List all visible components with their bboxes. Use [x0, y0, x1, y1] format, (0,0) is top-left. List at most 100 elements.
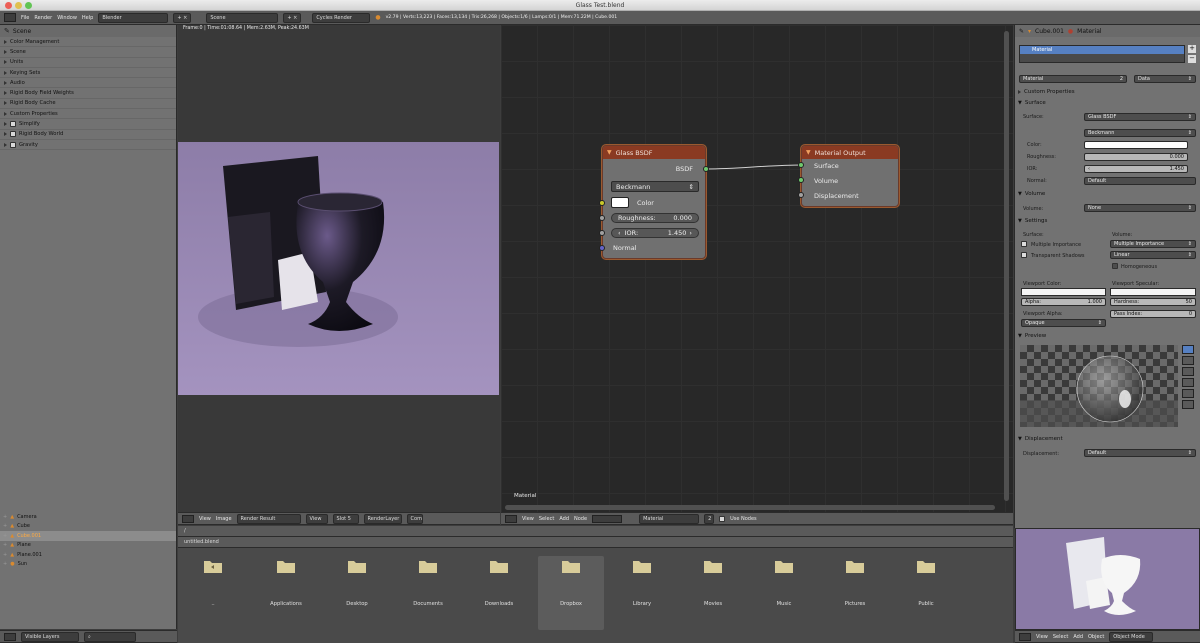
glass-bsdf-node[interactable]: ▼ Glass BSDF BSDF Beckmann ⇕ Color Rough…: [599, 145, 709, 259]
remove-slot-icon[interactable]: −: [1188, 55, 1196, 63]
ior-field[interactable]: ‹ IOR: 1.450 ›: [611, 228, 699, 238]
material-slot-item[interactable]: Material: [1020, 46, 1184, 54]
editor-type-icon[interactable]: [505, 514, 517, 523]
volume-input-socket[interactable]: [798, 177, 804, 183]
folder-movies[interactable]: Movies: [680, 556, 746, 634]
volume-section[interactable]: ▼ Volume: [1018, 191, 1045, 197]
display-mode-select[interactable]: Visible Layers: [21, 631, 79, 642]
panel-rigid-body-field-weights[interactable]: Rigid Body Field Weights: [0, 88, 176, 99]
preview-section[interactable]: ▼ Preview: [1018, 333, 1046, 339]
displacement-select[interactable]: Default ⇕: [1084, 449, 1196, 457]
menu-view[interactable]: View: [1036, 634, 1048, 640]
expand-icon[interactable]: +: [3, 514, 7, 520]
collapse-arrow-icon[interactable]: ▼: [607, 149, 612, 156]
maximize-icon[interactable]: [25, 2, 32, 9]
surface-input-socket[interactable]: [798, 162, 804, 168]
ior-field[interactable]: ‹ 1.450: [1084, 165, 1188, 173]
editor-type-icon[interactable]: [1019, 632, 1031, 641]
panel-custom-properties[interactable]: Custom Properties: [0, 109, 176, 120]
image-select[interactable]: Render Result: [236, 513, 301, 524]
horizontal-scrollbar[interactable]: [505, 505, 995, 510]
bsdf-output-socket[interactable]: [703, 166, 709, 172]
volume-interp-select[interactable]: Linear ⇕: [1110, 251, 1196, 259]
checkbox[interactable]: [10, 141, 16, 148]
screen-layout-select[interactable]: Blender: [98, 12, 169, 23]
displacement-input-socket[interactable]: [798, 192, 804, 198]
viewport-color-field[interactable]: [1021, 288, 1106, 296]
preview-sphere-icon[interactable]: [1182, 345, 1194, 354]
outliner-item-plane[interactable]: + ▲ Plane: [0, 541, 176, 551]
menu-window[interactable]: Window: [57, 15, 77, 21]
render-engine-select[interactable]: Cycles Render: [312, 12, 371, 23]
slot-select[interactable]: Slot 5: [332, 513, 359, 524]
panel-gravity[interactable]: Gravity: [0, 140, 176, 151]
displacement-section[interactable]: ▼ Displacement: [1018, 436, 1063, 442]
menu-image[interactable]: Image: [216, 516, 232, 522]
folder-library[interactable]: Library: [609, 556, 675, 634]
hardness-field[interactable]: Hardness: 50: [1110, 298, 1196, 306]
viewport-alpha-select[interactable]: Opaque ⇕: [1021, 319, 1106, 327]
panel-rigid-body-world[interactable]: Rigid Body World: [0, 130, 176, 140]
close-icon[interactable]: [5, 2, 12, 9]
shader-type-icon[interactable]: [592, 514, 623, 523]
custom-properties-section[interactable]: Custom Properties: [1018, 89, 1075, 95]
link-select[interactable]: Data ⇕: [1134, 75, 1196, 83]
folder-music[interactable]: Music: [751, 556, 817, 634]
checkbox[interactable]: [10, 121, 16, 128]
settings-section[interactable]: ▼ Settings: [1018, 218, 1047, 224]
roughness-field[interactable]: Roughness: 0.000: [611, 213, 699, 223]
collapse-arrow-icon[interactable]: ▼: [806, 149, 811, 156]
expand-icon[interactable]: +: [3, 561, 7, 567]
volume-sampling-select[interactable]: Multiple Importance ⇕: [1110, 240, 1196, 248]
color-field[interactable]: [1084, 141, 1188, 149]
folder-downloads[interactable]: Downloads: [466, 556, 532, 634]
panel-audio[interactable]: Audio: [0, 78, 176, 89]
material-output-header[interactable]: ▼ Material Output: [802, 146, 898, 159]
outliner-item-camera[interactable]: + ▲ Camera: [0, 512, 176, 522]
scene-select[interactable]: Scene: [206, 12, 279, 23]
menu-add[interactable]: Add: [559, 516, 569, 522]
multiple-importance-checkbox[interactable]: [1021, 241, 1027, 247]
preview-monkey-icon[interactable]: [1182, 378, 1194, 387]
mode-select[interactable]: Object Mode: [1109, 631, 1154, 642]
distribution-select[interactable]: Beckmann ⇕: [1084, 129, 1196, 137]
minimize-icon[interactable]: [15, 2, 22, 9]
view-select[interactable]: View: [305, 513, 328, 524]
surface-select[interactable]: Glass BSDF ⇕: [1084, 113, 1196, 121]
filename-field[interactable]: untitled.blend: [178, 537, 1013, 548]
homogeneous-checkbox[interactable]: [1112, 263, 1118, 269]
expand-icon[interactable]: +: [3, 552, 7, 558]
viewport-specular-field[interactable]: [1110, 288, 1196, 296]
preview-flat-icon[interactable]: [1182, 356, 1194, 365]
use-nodes-checkbox[interactable]: [719, 515, 726, 522]
pass-index-field[interactable]: Pass Index: 0: [1110, 310, 1196, 318]
screen-add-button[interactable]: + ×: [173, 12, 192, 23]
panel-rigid-body-cache[interactable]: Rigid Body Cache: [0, 99, 176, 110]
editor-type-icon[interactable]: [4, 632, 16, 641]
material-output-node[interactable]: ▼ Material Output Surface Volume Displac…: [798, 145, 899, 207]
preview-hair-icon[interactable]: [1182, 389, 1194, 398]
panel-simplify[interactable]: Simplify: [0, 119, 176, 130]
menu-render[interactable]: Render: [34, 15, 52, 21]
menu-object[interactable]: Object: [1088, 634, 1104, 640]
decrement-arrow-icon[interactable]: ‹: [618, 229, 621, 237]
folder-applications[interactable]: Applications: [253, 556, 319, 634]
menu-node[interactable]: Node: [574, 516, 587, 522]
normal-input-socket[interactable]: [599, 245, 605, 251]
folder-public[interactable]: Public: [893, 556, 959, 634]
expand-icon[interactable]: +: [3, 542, 7, 548]
roughness-field[interactable]: 0.000: [1084, 153, 1188, 161]
roughness-input-socket[interactable]: [599, 215, 605, 221]
folder-documents[interactable]: Documents: [395, 556, 461, 634]
transparent-shadows-checkbox[interactable]: [1021, 252, 1027, 258]
surface-section[interactable]: ▼ Surface: [1018, 100, 1046, 106]
menu-view[interactable]: View: [522, 516, 534, 522]
menu-file[interactable]: File: [21, 15, 29, 21]
preview-world-icon[interactable]: [1182, 400, 1194, 409]
increment-arrow-icon[interactable]: ›: [689, 229, 692, 237]
panel-keying-sets[interactable]: Keying Sets: [0, 68, 176, 79]
add-slot-icon[interactable]: +: [1188, 45, 1196, 53]
editor-type-icon[interactable]: [4, 13, 16, 22]
expand-icon[interactable]: +: [3, 533, 7, 539]
scene-add-button[interactable]: + ×: [283, 12, 302, 23]
